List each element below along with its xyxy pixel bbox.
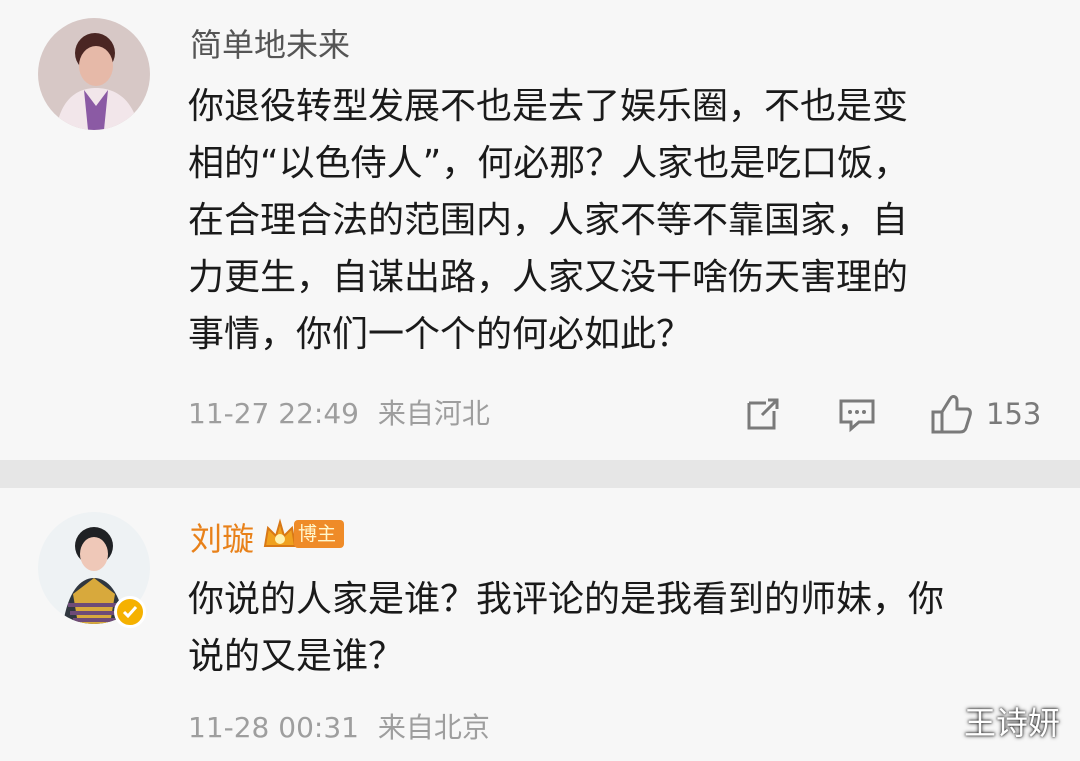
like-icon <box>931 395 972 434</box>
comment-text: 你说的人家是谁？我评论的是我看到的师妹，你 说的又是谁？ <box>188 579 945 677</box>
comment-meta: 11-28 00:31 来自北京 <box>188 710 490 746</box>
share-button[interactable] <box>742 392 784 436</box>
comment-icon <box>839 399 875 433</box>
timestamp: 11-28 00:31 <box>188 711 359 744</box>
timestamp: 11-27 22:49 <box>188 397 359 430</box>
blogger-badge: 博主 <box>294 520 345 548</box>
blogger-badge-group: 博主 <box>262 517 345 551</box>
location: 来自河北 <box>377 397 490 430</box>
comment-card: 简单地未来 你退役转型发展不也是去了娱乐圈，不也是变 相的“以色侍人”，何必那？… <box>0 0 1080 460</box>
share-icon <box>747 398 779 430</box>
like-count: 153 <box>986 397 1042 431</box>
verified-check-icon <box>122 606 138 619</box>
comment-button[interactable] <box>836 392 878 436</box>
username[interactable]: 简单地未来 <box>190 25 350 65</box>
like-button[interactable]: 153 <box>928 392 1041 436</box>
verified-badge <box>114 596 146 628</box>
avatar-image <box>38 18 150 130</box>
comment-card: 刘璇 博主 你说的人家是谁？我评论的是我看到的师妹，你 说的又是谁？ 11-28… <box>0 488 1080 761</box>
watermark: 王诗妍 <box>963 704 1060 742</box>
comment-separator <box>0 460 1080 488</box>
comment-text: 你退役转型发展不也是去了娱乐圈，不也是变 相的“以色侍人”，何必那？人家也是吃口… <box>188 86 910 355</box>
crown-icon <box>263 518 297 547</box>
comment-meta: 11-27 22:49 来自河北 <box>188 396 490 432</box>
user-avatar[interactable] <box>38 18 150 130</box>
username[interactable]: 刘璇 <box>190 519 254 559</box>
location: 来自北京 <box>377 711 490 744</box>
